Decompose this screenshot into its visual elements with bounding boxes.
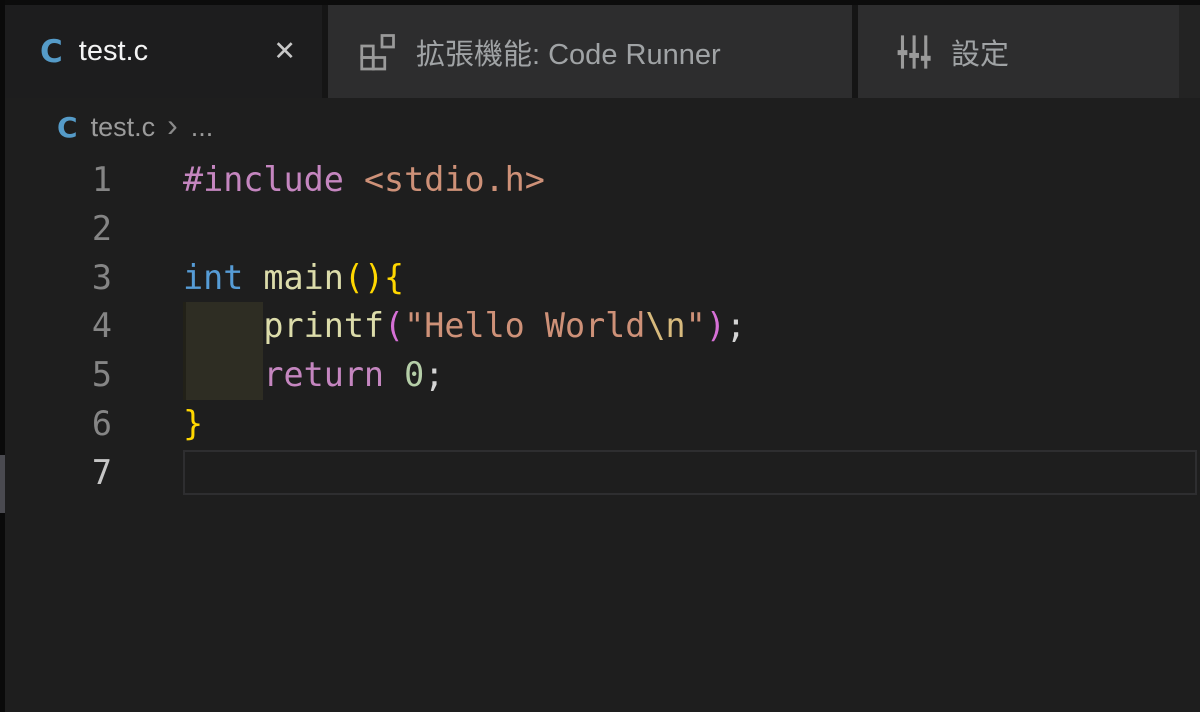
code-token <box>344 160 364 199</box>
code-line[interactable]: 1#include <stdio.h> <box>0 156 1200 205</box>
code-token: ) <box>706 306 726 345</box>
line-number[interactable]: 4 <box>0 302 112 351</box>
tab-label: 拡張機能: Code Runner <box>416 31 721 73</box>
tab-label: 設定 <box>951 31 1009 73</box>
code-line[interactable]: 7 <box>0 449 1200 498</box>
window-top-border <box>0 0 1200 5</box>
line-number[interactable]: 3 <box>0 254 112 303</box>
tab-bar-empty-space <box>1179 5 1200 98</box>
code-text: } <box>112 400 203 449</box>
code-line[interactable]: 4 printf("Hello World\n"); <box>0 302 1200 351</box>
code-line[interactable]: 6} <box>0 400 1200 449</box>
editor-tab-bar: C test.c ✕ 拡張機能: Code Runner <box>0 5 1200 98</box>
code-token: printf <box>263 306 384 345</box>
c-file-icon: C <box>57 111 78 144</box>
code-token <box>183 306 263 345</box>
code-line[interactable]: 2 <box>0 205 1200 254</box>
line-number[interactable]: 1 <box>0 156 112 205</box>
code-token <box>243 258 263 297</box>
code-token: \n <box>645 306 685 345</box>
code-token: (){ <box>344 258 404 297</box>
code-token: ( <box>384 306 404 345</box>
extensions-icon <box>358 32 398 72</box>
window-left-border <box>0 0 5 712</box>
code-text: #include <stdio.h> <box>112 156 545 205</box>
code-text: return 0; <box>112 351 444 400</box>
code-lines: 1#include <stdio.h>23int main(){4 printf… <box>0 156 1200 498</box>
line-number[interactable]: 6 <box>0 400 112 449</box>
line-number[interactable]: 2 <box>0 205 112 254</box>
code-token <box>183 355 263 394</box>
code-token: main <box>263 258 343 297</box>
code-token: int <box>183 258 243 297</box>
code-text: int main(){ <box>112 254 404 303</box>
tab-extensions-code-runner[interactable]: 拡張機能: Code Runner <box>328 5 852 98</box>
code-text <box>112 205 183 254</box>
code-token: return <box>263 355 384 394</box>
code-line[interactable]: 3int main(){ <box>0 254 1200 303</box>
tab-settings[interactable]: 設定 <box>858 5 1179 98</box>
breadcrumb: C test.c › ... <box>0 98 1200 156</box>
code-token: } <box>183 404 203 443</box>
code-token: <stdio.h> <box>364 160 545 199</box>
code-token: ; <box>424 355 444 394</box>
code-token <box>384 355 404 394</box>
code-editor[interactable]: 1#include <stdio.h>23int main(){4 printf… <box>0 156 1200 712</box>
settings-icon <box>895 33 933 71</box>
code-text: printf("Hello World\n"); <box>112 302 746 351</box>
tab-test-c[interactable]: C test.c ✕ <box>0 5 322 98</box>
code-text <box>112 449 183 498</box>
code-line[interactable]: 5 return 0; <box>0 351 1200 400</box>
code-token: "Hello World <box>404 306 645 345</box>
close-icon[interactable]: ✕ <box>273 38 296 65</box>
code-token: ; <box>726 306 746 345</box>
chevron-right-icon: › <box>167 107 178 144</box>
c-file-icon: C <box>40 34 63 70</box>
code-token: 0 <box>404 355 424 394</box>
breadcrumb-more[interactable]: ... <box>191 112 214 143</box>
sidebar-scrollbar-thumb[interactable] <box>0 455 5 513</box>
breadcrumb-file[interactable]: test.c <box>91 112 156 143</box>
code-token: #include <box>183 160 344 199</box>
line-number[interactable]: 7 <box>0 449 112 498</box>
tab-label: test.c <box>79 35 148 68</box>
code-token: " <box>686 306 706 345</box>
line-number[interactable]: 5 <box>0 351 112 400</box>
